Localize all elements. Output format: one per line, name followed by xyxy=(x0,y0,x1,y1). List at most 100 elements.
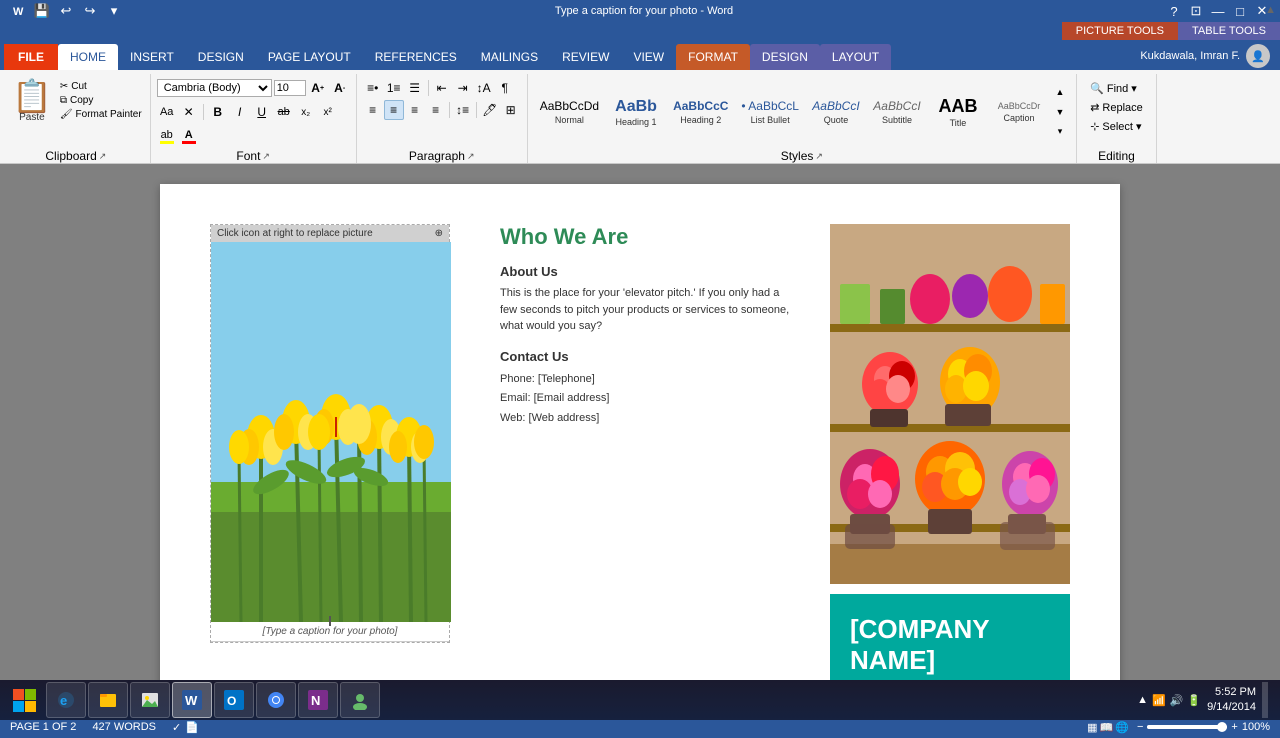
save-button[interactable]: 💾 xyxy=(32,2,52,20)
styles-more[interactable]: ▾ xyxy=(1050,122,1070,142)
tab-layout[interactable]: LAYOUT xyxy=(820,44,891,70)
para-row2[interactable]: ≡ ≡ ≡ ≡ ↕≡ 🖊 ⊞ xyxy=(363,100,521,120)
change-case-button[interactable]: Aa xyxy=(157,102,177,122)
tab-view[interactable]: VIEW xyxy=(621,44,676,70)
superscript-button[interactable]: x² xyxy=(318,102,338,122)
volume-icon[interactable]: 🔊 xyxy=(1170,694,1184,707)
font-controls[interactable]: Cambria (Body) A+ A- Aa ✕ B I U ab x₂ x² xyxy=(157,74,350,148)
tab-review[interactable]: REVIEW xyxy=(550,44,621,70)
customize-qa-button[interactable]: ▾ xyxy=(104,2,124,20)
subscript-button[interactable]: x₂ xyxy=(296,102,316,122)
doc-view-icon[interactable]: 📄 xyxy=(185,721,199,734)
document-page[interactable]: Click icon at right to replace picture ⊕ xyxy=(160,184,1120,696)
about-us-text[interactable]: This is the place for your 'elevator pit… xyxy=(500,285,790,335)
font-size-input[interactable] xyxy=(274,80,306,96)
shading-button[interactable]: 🖊 xyxy=(480,100,500,120)
style-normal[interactable]: AaBbCcDd Normal xyxy=(534,95,605,127)
taskbar-photos[interactable] xyxy=(130,682,170,718)
style-caption[interactable]: AaBbCcDr Caption xyxy=(989,97,1049,126)
find-button[interactable]: 🔍 Find ▾ xyxy=(1086,80,1147,97)
tab-design2[interactable]: DESIGN xyxy=(750,44,820,70)
style-quote[interactable]: AaBbCcI Quote xyxy=(806,95,866,127)
phone-info[interactable]: Phone: [Telephone] xyxy=(500,370,790,390)
bold-button[interactable]: B xyxy=(208,102,228,122)
replace-button[interactable]: ⇄ Replace xyxy=(1086,99,1147,116)
zoom-out-button[interactable]: − xyxy=(1137,721,1143,733)
company-name[interactable]: [COMPANY NAME] xyxy=(850,614,1050,676)
web-layout-button[interactable]: 🌐 xyxy=(1115,721,1129,734)
tab-design[interactable]: DESIGN xyxy=(186,44,256,70)
zoom-thumb[interactable] xyxy=(1217,722,1227,732)
tab-format[interactable]: FORMAT xyxy=(676,44,750,70)
bullets-button[interactable]: ≡• xyxy=(363,78,383,98)
taskbar-ie[interactable]: e xyxy=(46,682,86,718)
sort-button[interactable]: ↕A xyxy=(474,78,494,98)
italic-button[interactable]: I xyxy=(230,102,250,122)
text-highlight-button[interactable]: ab xyxy=(157,126,177,146)
taskbar-onenote[interactable]: N xyxy=(298,682,338,718)
zoom-bar[interactable] xyxy=(1147,725,1227,729)
tab-mailings[interactable]: MAILINGS xyxy=(469,44,550,70)
help-button[interactable]: ? xyxy=(1164,2,1184,20)
zoom-in-button[interactable]: + xyxy=(1231,721,1237,733)
font-color-button[interactable]: A xyxy=(179,126,199,146)
zoom-control[interactable]: − + 100% xyxy=(1137,721,1270,733)
taskbar-avatar[interactable] xyxy=(340,682,380,718)
font-name-select[interactable]: Cambria (Body) xyxy=(157,79,272,97)
select-button[interactable]: ⊹ Select ▾ xyxy=(1086,118,1147,135)
taskbar-files[interactable] xyxy=(88,682,128,718)
multilevel-button[interactable]: ☰ xyxy=(405,78,425,98)
start-button[interactable] xyxy=(4,682,44,718)
styles-scroll-buttons[interactable]: ▲ ▼ ▾ xyxy=(1050,80,1070,144)
view-icons[interactable]: ✓ 📄 xyxy=(172,721,199,734)
styles-content[interactable]: AaBbCcDd Normal AaBb Heading 1 AaBbCcC H… xyxy=(534,74,1070,149)
style-list-bullet[interactable]: • AaBbCcL List Bullet xyxy=(735,95,805,127)
decrease-indent-button[interactable]: ⇤ xyxy=(432,78,452,98)
email-info[interactable]: Email: [Email address] xyxy=(500,389,790,409)
collapse-ribbon-button[interactable]: ▲ xyxy=(1265,4,1276,16)
photo-container[interactable]: Click icon at right to replace picture ⊕ xyxy=(210,224,450,643)
clock[interactable]: 5:52 PM 9/14/2014 xyxy=(1207,685,1256,716)
font-grow-button[interactable]: A+ xyxy=(308,78,328,98)
paragraph-expand-icon[interactable]: ↗ xyxy=(467,151,475,162)
clipboard-expand-icon[interactable]: ↗ xyxy=(99,151,107,162)
cut-button[interactable]: ✂ Cut xyxy=(58,80,144,93)
tab-file[interactable]: FILE xyxy=(4,44,58,70)
redo-button[interactable]: ↪ xyxy=(80,2,100,20)
style-heading1[interactable]: AaBb Heading 1 xyxy=(606,93,666,130)
photo-image[interactable] xyxy=(211,242,451,622)
styles-scroll-up[interactable]: ▲ xyxy=(1050,82,1070,102)
font-color-row[interactable]: ab A xyxy=(157,126,350,146)
proof-icon[interactable]: ✓ xyxy=(172,721,181,734)
numbering-button[interactable]: 1≡ xyxy=(384,78,404,98)
styles-expand-icon[interactable]: ↗ xyxy=(815,151,823,162)
web-info[interactable]: Web: [Web address] xyxy=(500,409,790,429)
clipboard-content[interactable]: 📋 Paste ✂ Cut ⧉ Copy 🖌 Format Painter xyxy=(8,74,144,149)
style-heading2[interactable]: AaBbCcC Heading 2 xyxy=(667,95,734,127)
tray-arrow[interactable]: ▲ xyxy=(1137,694,1148,706)
clear-format-button[interactable]: ✕ xyxy=(179,102,199,122)
font-name-row[interactable]: Cambria (Body) A+ A- xyxy=(157,78,350,98)
copy-button[interactable]: ⧉ Copy xyxy=(58,94,144,107)
ribbon-tabs[interactable]: FILE HOME INSERT DESIGN PAGE LAYOUT REFE… xyxy=(0,40,1280,70)
font-expand-icon[interactable]: ↗ xyxy=(262,151,270,162)
font-format-row[interactable]: Aa ✕ B I U ab x₂ x² xyxy=(157,102,350,122)
replace-photo-icon[interactable]: ⊕ xyxy=(435,228,443,239)
show-marks-button[interactable]: ¶ xyxy=(495,78,515,98)
taskbar-chrome[interactable] xyxy=(256,682,296,718)
align-right-button[interactable]: ≡ xyxy=(405,100,425,120)
style-title[interactable]: AAB Title xyxy=(928,92,988,132)
format-painter-button[interactable]: 🖌 Format Painter xyxy=(58,108,144,121)
quick-access-toolbar[interactable]: W 💾 ↩ ↪ ▾ xyxy=(8,2,124,20)
line-spacing-button[interactable]: ↕≡ xyxy=(453,100,473,120)
align-center-button[interactable]: ≡ xyxy=(384,100,404,120)
paste-button[interactable]: 📋 Paste xyxy=(8,78,56,125)
minimize-button[interactable]: — xyxy=(1208,2,1228,20)
paragraph-controls[interactable]: ≡• 1≡ ☰ ⇤ ⇥ ↕A ¶ ≡ ≡ ≡ ≡ ↕≡ 🖊 ⊞ xyxy=(363,74,521,120)
undo-button[interactable]: ↩ xyxy=(56,2,76,20)
underline-button[interactable]: U xyxy=(252,102,272,122)
editing-controls[interactable]: 🔍 Find ▾ ⇄ Replace ⊹ Select ▾ xyxy=(1086,74,1147,135)
align-left-button[interactable]: ≡ xyxy=(363,100,383,120)
read-mode-button[interactable]: 📖 xyxy=(1100,721,1114,734)
increase-indent-button[interactable]: ⇥ xyxy=(453,78,473,98)
